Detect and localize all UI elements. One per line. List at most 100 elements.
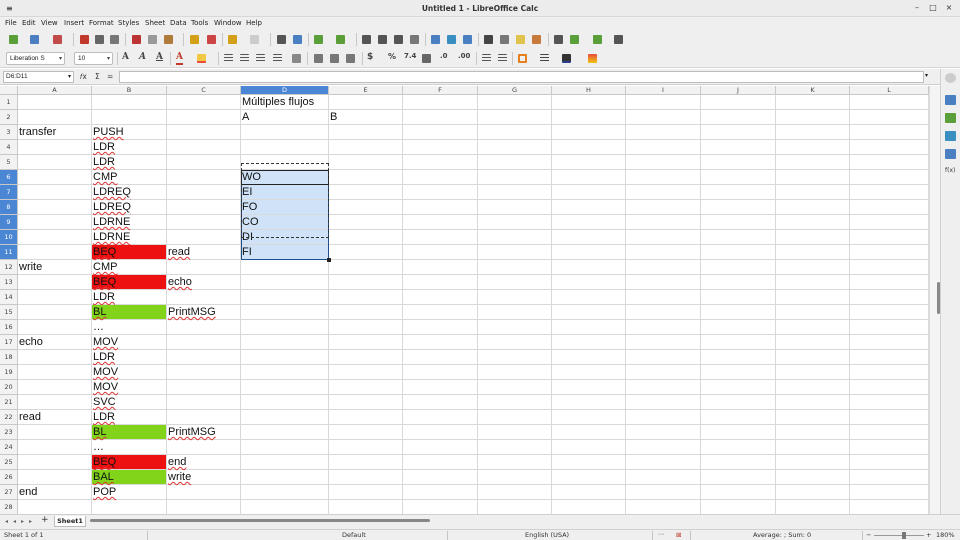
cell-f28[interactable] xyxy=(403,500,478,514)
cell-i18[interactable] xyxy=(626,350,701,365)
column-header-i[interactable]: I xyxy=(626,86,701,95)
zoom-out-icon[interactable]: − xyxy=(866,531,871,539)
cell-e21[interactable] xyxy=(329,395,403,410)
column-header-d[interactable]: D xyxy=(241,86,329,95)
sheet-tab[interactable]: Sheet1 xyxy=(54,516,86,527)
row-header[interactable]: 22 xyxy=(0,410,18,425)
delete-decimal-icon[interactable]: .00 xyxy=(458,52,470,65)
column-header-a[interactable]: A xyxy=(18,86,92,95)
cell-f6[interactable] xyxy=(403,170,478,185)
functions-icon[interactable]: f(x) xyxy=(945,167,956,177)
cell-i7[interactable] xyxy=(626,185,701,200)
special-character-icon[interactable] xyxy=(482,33,495,46)
cell-f5[interactable] xyxy=(403,155,478,170)
cell-h4[interactable] xyxy=(552,140,626,155)
cell-c4[interactable] xyxy=(167,140,241,155)
cell-a4[interactable] xyxy=(18,140,92,155)
cell-k11[interactable] xyxy=(776,245,850,260)
cell-g25[interactable] xyxy=(478,455,552,470)
cell-h27[interactable] xyxy=(552,485,626,500)
align-top-icon[interactable] xyxy=(312,52,325,65)
cell-f26[interactable] xyxy=(403,470,478,485)
cell-k22[interactable] xyxy=(776,410,850,425)
cell-a23[interactable] xyxy=(18,425,92,440)
cell-g20[interactable] xyxy=(478,380,552,395)
row-header[interactable]: 26 xyxy=(0,470,18,485)
cell-i3[interactable] xyxy=(626,125,701,140)
cell-i6[interactable] xyxy=(626,170,701,185)
cell-g24[interactable] xyxy=(478,440,552,455)
cell-e27[interactable] xyxy=(329,485,403,500)
cell-b14[interactable]: LDR xyxy=(92,290,167,305)
cell-d21[interactable] xyxy=(241,395,329,410)
cell-g16[interactable] xyxy=(478,320,552,335)
cell-e7[interactable] xyxy=(329,185,403,200)
styles-icon[interactable] xyxy=(945,113,956,123)
export-pdf-icon[interactable] xyxy=(78,33,91,46)
cell-c13[interactable]: echo xyxy=(167,275,241,290)
cell-e14[interactable] xyxy=(329,290,403,305)
cell-j8[interactable] xyxy=(701,200,776,215)
cell-j1[interactable] xyxy=(701,95,776,110)
next-sheet-icon[interactable]: ▸ xyxy=(21,518,24,525)
cell-j2[interactable] xyxy=(701,110,776,125)
column-header-b[interactable]: B xyxy=(92,86,167,95)
cell-k17[interactable] xyxy=(776,335,850,350)
merge-cells-icon[interactable] xyxy=(290,52,303,65)
date-format-icon[interactable] xyxy=(420,52,433,65)
menu-data[interactable]: Data xyxy=(170,19,187,27)
align-middle-icon[interactable] xyxy=(328,52,341,65)
cell-d20[interactable] xyxy=(241,380,329,395)
horizontal-scrollbar[interactable] xyxy=(90,518,928,523)
cell-g4[interactable] xyxy=(478,140,552,155)
cell-d27[interactable] xyxy=(241,485,329,500)
column-header-e[interactable]: E xyxy=(329,86,403,95)
menu-insert[interactable]: Insert xyxy=(64,19,84,27)
cell-g5[interactable] xyxy=(478,155,552,170)
cell-i11[interactable] xyxy=(626,245,701,260)
cell-h3[interactable] xyxy=(552,125,626,140)
row-header[interactable]: 18 xyxy=(0,350,18,365)
column-header-h[interactable]: H xyxy=(552,86,626,95)
cell-f15[interactable] xyxy=(403,305,478,320)
decrease-indent-icon[interactable] xyxy=(496,52,509,65)
cell-c7[interactable] xyxy=(167,185,241,200)
cell-c3[interactable] xyxy=(167,125,241,140)
open-folder-icon[interactable] xyxy=(28,33,41,46)
cell-i21[interactable] xyxy=(626,395,701,410)
cell-d3[interactable] xyxy=(241,125,329,140)
cell-f11[interactable] xyxy=(403,245,478,260)
cell-a16[interactable] xyxy=(18,320,92,335)
cell-e1[interactable] xyxy=(329,95,403,110)
cell-e12[interactable] xyxy=(329,260,403,275)
cell-l14[interactable] xyxy=(850,290,929,305)
cell-h5[interactable] xyxy=(552,155,626,170)
cell-j4[interactable] xyxy=(701,140,776,155)
cell-c28[interactable] xyxy=(167,500,241,514)
menu-file[interactable]: File xyxy=(5,19,17,27)
cell-i4[interactable] xyxy=(626,140,701,155)
cell-j10[interactable] xyxy=(701,230,776,245)
cell-l18[interactable] xyxy=(850,350,929,365)
print-icon[interactable] xyxy=(93,33,106,46)
clear-formatting-icon[interactable] xyxy=(205,33,218,46)
cell-i23[interactable] xyxy=(626,425,701,440)
cell-d19[interactable] xyxy=(241,365,329,380)
cell-j13[interactable] xyxy=(701,275,776,290)
cell-j3[interactable] xyxy=(701,125,776,140)
split-window-icon[interactable] xyxy=(591,33,604,46)
cell-k18[interactable] xyxy=(776,350,850,365)
cell-j28[interactable] xyxy=(701,500,776,514)
row-header[interactable]: 20 xyxy=(0,380,18,395)
zoom-in-icon[interactable]: + xyxy=(926,531,931,539)
cell-h25[interactable] xyxy=(552,455,626,470)
cell-b22[interactable]: LDR xyxy=(92,410,167,425)
cell-a10[interactable] xyxy=(18,230,92,245)
menu-styles[interactable]: Styles xyxy=(118,19,139,27)
menu-edit[interactable]: Edit xyxy=(22,19,36,27)
cell-f8[interactable] xyxy=(403,200,478,215)
cell-h12[interactable] xyxy=(552,260,626,275)
cell-l25[interactable] xyxy=(850,455,929,470)
cell-b9[interactable]: LDRNE xyxy=(92,215,167,230)
cell-f23[interactable] xyxy=(403,425,478,440)
